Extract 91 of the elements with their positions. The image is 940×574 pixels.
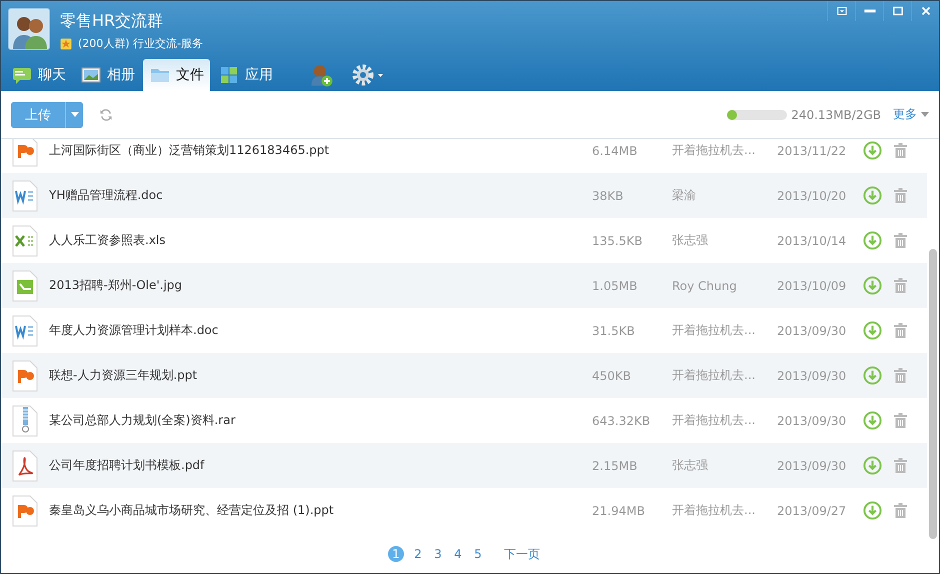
- uploader-name: 张志强: [672, 457, 709, 474]
- uploader-name: 开着拖拉机去...: [672, 367, 756, 384]
- file-size: 38KB: [592, 188, 624, 202]
- app-grid-icon: [218, 65, 240, 85]
- file-size: 6.14MB: [592, 144, 638, 158]
- tab[interactable]: 相册: [74, 59, 141, 91]
- presentation-file-icon: [12, 494, 38, 526]
- group-description: (200人群) 行业交流-服务: [78, 36, 204, 51]
- file-size: 135.5KB: [592, 234, 644, 248]
- download-icon[interactable]: [863, 141, 882, 160]
- page-link[interactable]: 3: [432, 546, 444, 562]
- page-link[interactable]: 2: [412, 546, 424, 562]
- file-name[interactable]: 某公司总部人力规划(全案)资料.rar: [49, 412, 592, 429]
- trash-icon[interactable]: [894, 188, 907, 203]
- star-icon: [60, 38, 72, 50]
- download-icon[interactable]: [863, 321, 882, 340]
- uploader-name: 梁渝: [672, 187, 697, 204]
- trash-icon[interactable]: [894, 143, 907, 158]
- upload-date: 2013/09/30: [777, 414, 848, 428]
- upload-date: 2013/10/14: [777, 234, 848, 248]
- uploader-name: 开着拖拉机去...: [672, 502, 756, 519]
- upload-date: 2013/10/09: [777, 278, 848, 292]
- file-size: 1.05MB: [592, 278, 638, 292]
- document-file-icon: [12, 180, 38, 212]
- file-name[interactable]: 人人乐工资参照表.xls: [49, 232, 592, 249]
- file-name[interactable]: 2013招聘-郑州-Ole'.jpg: [49, 277, 592, 294]
- trash-icon[interactable]: [894, 458, 907, 473]
- upload-date: 2013/10/20: [777, 188, 848, 202]
- presentation-file-icon: [12, 139, 38, 166]
- group-avatar: [8, 8, 50, 50]
- file-name[interactable]: 联想-人力资源三年规划.ppt: [49, 367, 592, 384]
- tab[interactable]: 应用: [212, 59, 279, 91]
- trash-icon[interactable]: [894, 413, 907, 428]
- file-name[interactable]: 年度人力资源管理计划样本.doc: [49, 322, 592, 339]
- file-size: 31.5KB: [592, 324, 636, 338]
- file-name[interactable]: 上河国际街区（商业）泛营销策划1126183465.ppt: [49, 142, 592, 159]
- trash-icon[interactable]: [894, 323, 907, 338]
- trash-icon[interactable]: [894, 278, 907, 293]
- file-name[interactable]: YH赠品管理流程.doc: [49, 187, 592, 204]
- upload-menu-button[interactable]: [65, 102, 83, 128]
- presentation-file-icon: [12, 360, 38, 392]
- group-title: 零售HR交流群: [60, 11, 164, 32]
- next-page-link[interactable]: 下一页: [504, 546, 540, 562]
- uploader-name: 开着拖拉机去...: [672, 142, 756, 159]
- tab[interactable]: 文件: [143, 59, 210, 91]
- document-file-icon: [12, 314, 38, 346]
- uploader-name: 开着拖拉机去...: [672, 322, 756, 339]
- scrollbar-thumb[interactable]: [929, 249, 937, 539]
- caret-icon: [70, 112, 78, 117]
- tab[interactable]: 聊天: [5, 59, 72, 91]
- download-icon[interactable]: [863, 456, 882, 475]
- upload-date: 2013/09/30: [777, 368, 848, 382]
- page-link[interactable]: 1: [388, 546, 404, 562]
- file-name[interactable]: 秦皇岛义乌小商品城市场研究、经营定位及招 (1).ppt: [49, 502, 592, 519]
- download-icon[interactable]: [863, 231, 882, 250]
- page-link[interactable]: 5: [472, 546, 484, 562]
- file-name[interactable]: 公司年度招聘计划书模板.pdf: [49, 457, 592, 474]
- uploader-name: 张志强: [672, 232, 709, 249]
- pdf-file-icon: [12, 450, 38, 482]
- archive-file-icon: [12, 404, 38, 436]
- spreadsheet-file-icon: [12, 224, 38, 256]
- file-size: 21.94MB: [592, 504, 646, 518]
- download-icon[interactable]: [863, 276, 882, 295]
- download-icon[interactable]: [863, 411, 882, 430]
- upload-date: 2013/09/30: [777, 458, 848, 472]
- image-file-icon: [12, 270, 38, 302]
- trash-icon[interactable]: [894, 368, 907, 383]
- download-icon[interactable]: [863, 186, 882, 205]
- file-size: 643.32KB: [592, 414, 652, 428]
- file-size: 450KB: [592, 368, 632, 382]
- person-plus-icon: [309, 63, 333, 87]
- trash-icon[interactable]: [894, 233, 907, 248]
- maximize-icon: [890, 4, 904, 18]
- caret-icon: [921, 112, 929, 117]
- file-size: 2.15MB: [592, 458, 638, 472]
- refresh-icon[interactable]: [99, 108, 113, 122]
- storage-reading: 240.13MB/2GB: [791, 108, 881, 122]
- chat-bubble-icon: [11, 65, 33, 85]
- download-icon[interactable]: [863, 366, 882, 385]
- page-link[interactable]: 4: [452, 546, 464, 562]
- trash-icon[interactable]: [894, 503, 907, 518]
- storage-bar: [727, 110, 788, 120]
- upload-date: 2013/09/30: [777, 324, 848, 338]
- uploader-name: Roy Chung: [672, 278, 738, 292]
- upload-date: 2013/11/22: [777, 144, 848, 158]
- more-link[interactable]: 更多: [893, 106, 929, 123]
- download-icon[interactable]: [863, 501, 882, 520]
- dropdown-icon: [834, 4, 848, 18]
- uploader-name: 开着拖拉机去...: [672, 412, 756, 429]
- upload-date: 2013/09/27: [777, 504, 848, 518]
- picture-frame-icon: [80, 65, 102, 85]
